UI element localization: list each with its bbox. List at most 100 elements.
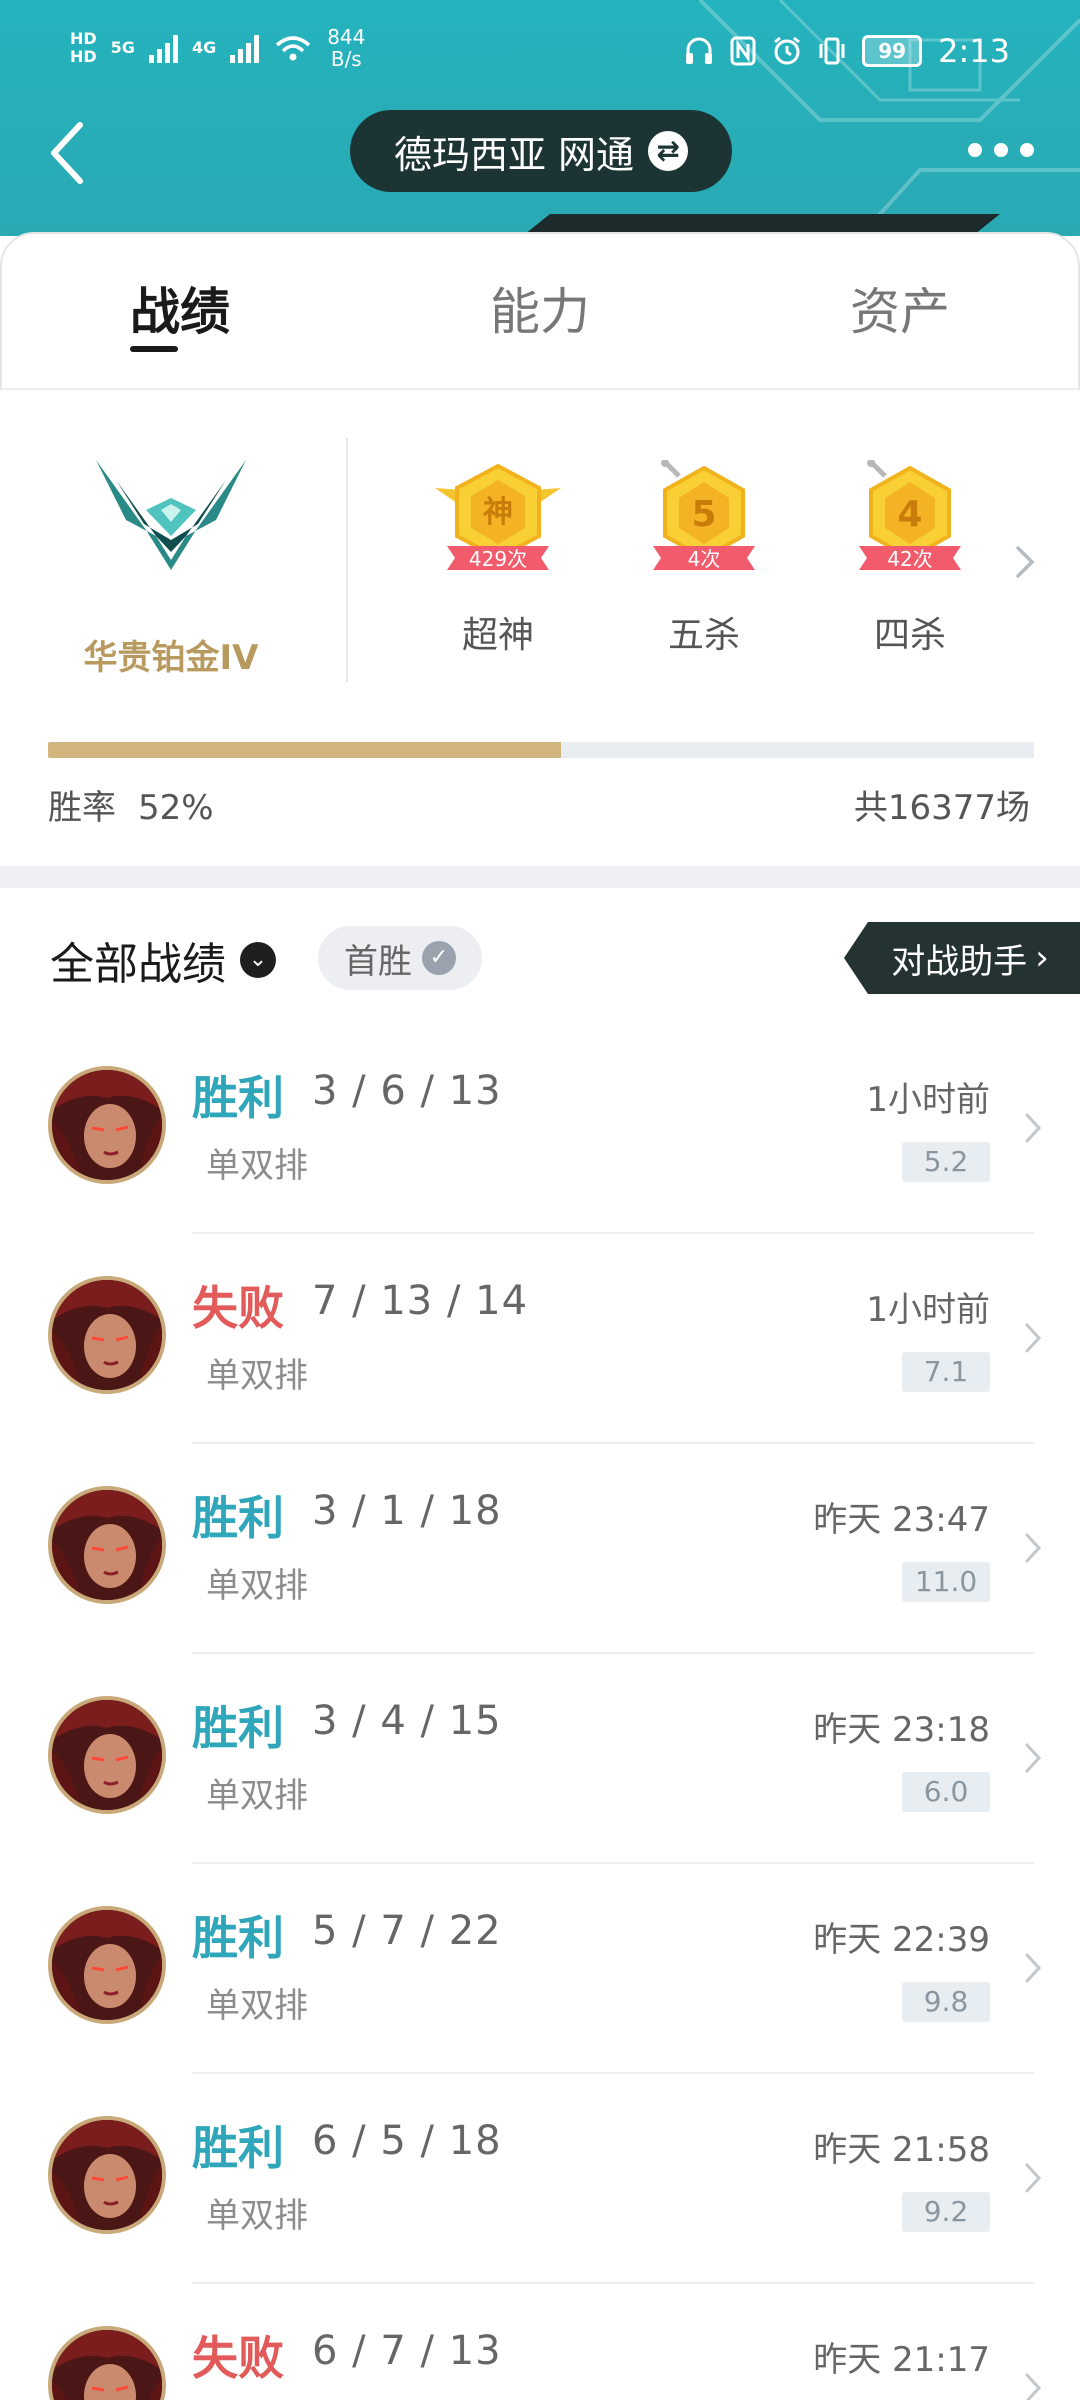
match-row[interactable]: 胜利 5 / 7 / 22 单双排 昨天 22:39 9.8: [0, 1864, 1080, 2074]
wifi-icon: [276, 36, 311, 61]
rank-block[interactable]: 华贵铂金IV: [40, 440, 302, 700]
server-name: 德玛西亚 网通: [393, 132, 635, 177]
nfc-icon: [730, 36, 756, 66]
more-dot: [968, 143, 982, 157]
chevron-left-icon: [51, 122, 83, 184]
match-mode: 单双排: [206, 2196, 308, 2236]
match-kda: 5 / 7 / 22: [312, 1908, 502, 1954]
champion-avatar: [48, 2116, 166, 2234]
match-time: 昨天 23:18: [813, 1710, 990, 1750]
match-result: 胜利: [192, 1911, 284, 1965]
match-row[interactable]: 胜利 6 / 5 / 18 单双排 昨天 21:58 9.2: [0, 2074, 1080, 2284]
pentakill-count: 4次: [688, 547, 721, 571]
divider: [346, 438, 348, 682]
match-row[interactable]: 胜利 3 / 6 / 13 单双排 1小时前 5.2: [0, 1024, 1080, 1234]
match-row[interactable]: 失败 6 / 7 / 13 昨天 21:17: [0, 2284, 1080, 2400]
match-time: 昨天 21:58: [813, 2130, 990, 2170]
match-score-badge: 11.0: [902, 1562, 990, 1602]
chevron-right-icon: [1025, 2373, 1042, 2400]
vibrate-icon: [819, 37, 845, 65]
match-result: 胜利: [192, 1701, 284, 1755]
match-score-badge: 5.2: [902, 1142, 990, 1182]
battle-assistant-button[interactable]: 对战助手 ›: [844, 922, 1080, 994]
more-dot: [994, 143, 1008, 157]
match-result: 失败: [192, 2331, 284, 2385]
medal-label: 超神: [461, 615, 534, 656]
tab-assets[interactable]: 资产: [677, 234, 1078, 388]
clock: 2:13: [938, 32, 1010, 70]
winrate-value: 52%: [138, 788, 214, 828]
pentakill-medal-icon: 5 4次: [653, 459, 755, 571]
medal-quadrakill[interactable]: 4 42次 四杀: [840, 459, 980, 658]
champion-avatar: [48, 1696, 166, 1814]
match-result: 胜利: [192, 1491, 284, 1545]
match-result: 失败: [192, 1281, 284, 1335]
top-header: HD HD 5G 4G 844 B/s 99 2:13 德玛西亚 网通 ⇄: [0, 0, 1080, 236]
server-switcher[interactable]: 德玛西亚 网通 ⇄: [350, 110, 732, 192]
net-speed-value: 844: [327, 25, 366, 49]
winrate-bar: [48, 742, 1034, 758]
all-records-dropdown[interactable]: 全部战绩 ⌄: [50, 928, 276, 992]
chevron-right-icon: [1025, 1113, 1042, 1143]
signal-icon-2: [230, 33, 260, 63]
net-speed: 844 B/s: [327, 26, 365, 70]
chevron-right-icon[interactable]: [1010, 542, 1038, 582]
champion-portrait: [52, 2330, 162, 2400]
medal-label: 五杀: [667, 615, 740, 656]
champion-avatar: [48, 1486, 166, 1604]
section-separator: [0, 866, 1080, 888]
match-mode: 单双排: [206, 1146, 308, 1186]
swap-icon: ⇄: [648, 131, 689, 171]
medal-legendary[interactable]: 神 429次 超神: [428, 460, 568, 658]
more-dot: [1020, 143, 1034, 157]
first-win-label: 首胜: [344, 941, 412, 982]
winrate: 胜率 52%: [48, 780, 214, 829]
legendary-badge-glyph: 神: [483, 495, 513, 530]
check-icon: ✓: [422, 941, 456, 975]
chevron-right-icon: [1025, 1323, 1042, 1353]
medal-pentakill[interactable]: 5 4次 五杀: [634, 459, 774, 658]
quadrakill-count: 42次: [887, 547, 932, 571]
more-options-button[interactable]: [966, 130, 1036, 170]
hd-indicator: HD HD: [70, 29, 97, 66]
all-records-label: 全部战绩: [50, 939, 226, 990]
match-mode: 单双排: [206, 1566, 308, 1606]
match-row[interactable]: 失败 7 / 13 / 14 单双排 1小时前 7.1: [0, 1234, 1080, 1444]
match-score-badge: 9.2: [902, 2192, 990, 2232]
signal-icon: [148, 33, 178, 63]
tab-bar: 战绩 能力 资产: [0, 232, 1080, 390]
match-kda: 7 / 13 / 14: [312, 1278, 529, 1324]
match-kda: 3 / 6 / 13: [312, 1068, 502, 1114]
rank-name: 华贵铂金IV: [83, 638, 259, 678]
winrate-label: 胜率: [48, 788, 116, 828]
winrate-bar-fill: [48, 742, 561, 758]
back-button[interactable]: [40, 115, 100, 191]
champion-portrait: [52, 1490, 162, 1600]
match-kda: 3 / 1 / 18: [312, 1488, 502, 1534]
champion-avatar: [48, 1066, 166, 1184]
tab-record[interactable]: 战绩: [2, 234, 403, 388]
total-games: 共16377场: [853, 788, 1030, 828]
match-row[interactable]: 胜利 3 / 4 / 15 单双排 昨天 23:18 6.0: [0, 1654, 1080, 1864]
champion-portrait: [52, 1280, 162, 1390]
first-win-chip[interactable]: 首胜 ✓: [318, 926, 482, 990]
match-mode: 单双排: [206, 1986, 308, 2026]
match-time: 昨天 22:39: [813, 1920, 990, 1960]
chevron-down-icon: ⌄: [240, 942, 276, 978]
match-row[interactable]: 胜利 3 / 1 / 18 单双排 昨天 23:47 11.0: [0, 1444, 1080, 1654]
match-kda: 6 / 5 / 18: [312, 2118, 502, 2164]
rank-emblem-icon: [96, 460, 246, 570]
champion-avatar: [48, 1906, 166, 2024]
legendary-medal-icon: 神 429次: [435, 463, 561, 571]
tab-ability[interactable]: 能力: [403, 234, 676, 388]
battle-assistant-label: 对战助手: [891, 941, 1028, 982]
match-time: 昨天 21:17: [813, 2340, 990, 2380]
champion-portrait: [52, 1700, 162, 1810]
pentakill-badge-glyph: 5: [691, 494, 716, 535]
match-mode: 单双排: [206, 1776, 308, 1816]
match-result: 胜利: [192, 1071, 284, 1125]
network-5g: 5G: [110, 38, 135, 57]
match-time: 1小时前: [866, 1290, 990, 1330]
quadrakill-medal-icon: 4 42次: [859, 459, 961, 571]
alarm-icon: [774, 36, 801, 65]
